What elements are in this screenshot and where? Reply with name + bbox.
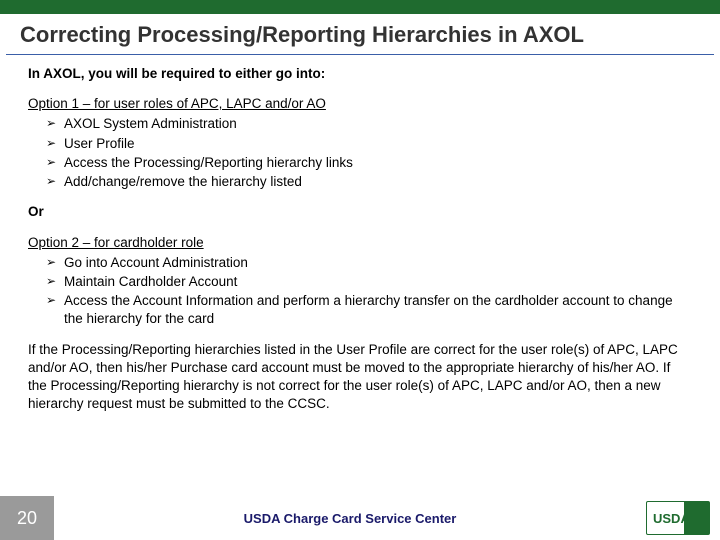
list-item: Go into Account Administration: [46, 254, 692, 272]
closing-paragraph: If the Processing/Reporting hierarchies …: [28, 341, 692, 414]
option1-list: AXOL System Administration User Profile …: [28, 115, 692, 191]
list-item: Access the Processing/Reporting hierarch…: [46, 154, 692, 172]
list-item: Add/change/remove the hierarchy listed: [46, 173, 692, 191]
footer-center-text: USDA Charge Card Service Center: [54, 511, 646, 526]
intro-text: In AXOL, you will be required to either …: [28, 65, 692, 83]
slide-body: In AXOL, you will be required to either …: [0, 55, 720, 496]
slide-footer: 20 USDA Charge Card Service Center USDA: [0, 496, 720, 540]
option1-heading: Option 1 – for user roles of APC, LAPC a…: [28, 95, 692, 113]
option2-heading: Option 2 – for cardholder role: [28, 234, 692, 252]
list-item: User Profile: [46, 135, 692, 153]
slide: Correcting Processing/Reporting Hierarch…: [0, 0, 720, 540]
list-item: Maintain Cardholder Account: [46, 273, 692, 291]
usda-logo: USDA: [646, 501, 710, 535]
page-number: 20: [0, 496, 54, 540]
slide-title: Correcting Processing/Reporting Hierarch…: [6, 14, 714, 55]
list-item: Access the Account Information and perfo…: [46, 292, 692, 328]
usda-logo-text: USDA: [653, 511, 690, 526]
or-separator: Or: [28, 203, 692, 221]
top-accent-bar: [0, 0, 720, 14]
list-item: AXOL System Administration: [46, 115, 692, 133]
option2-list: Go into Account Administration Maintain …: [28, 254, 692, 329]
